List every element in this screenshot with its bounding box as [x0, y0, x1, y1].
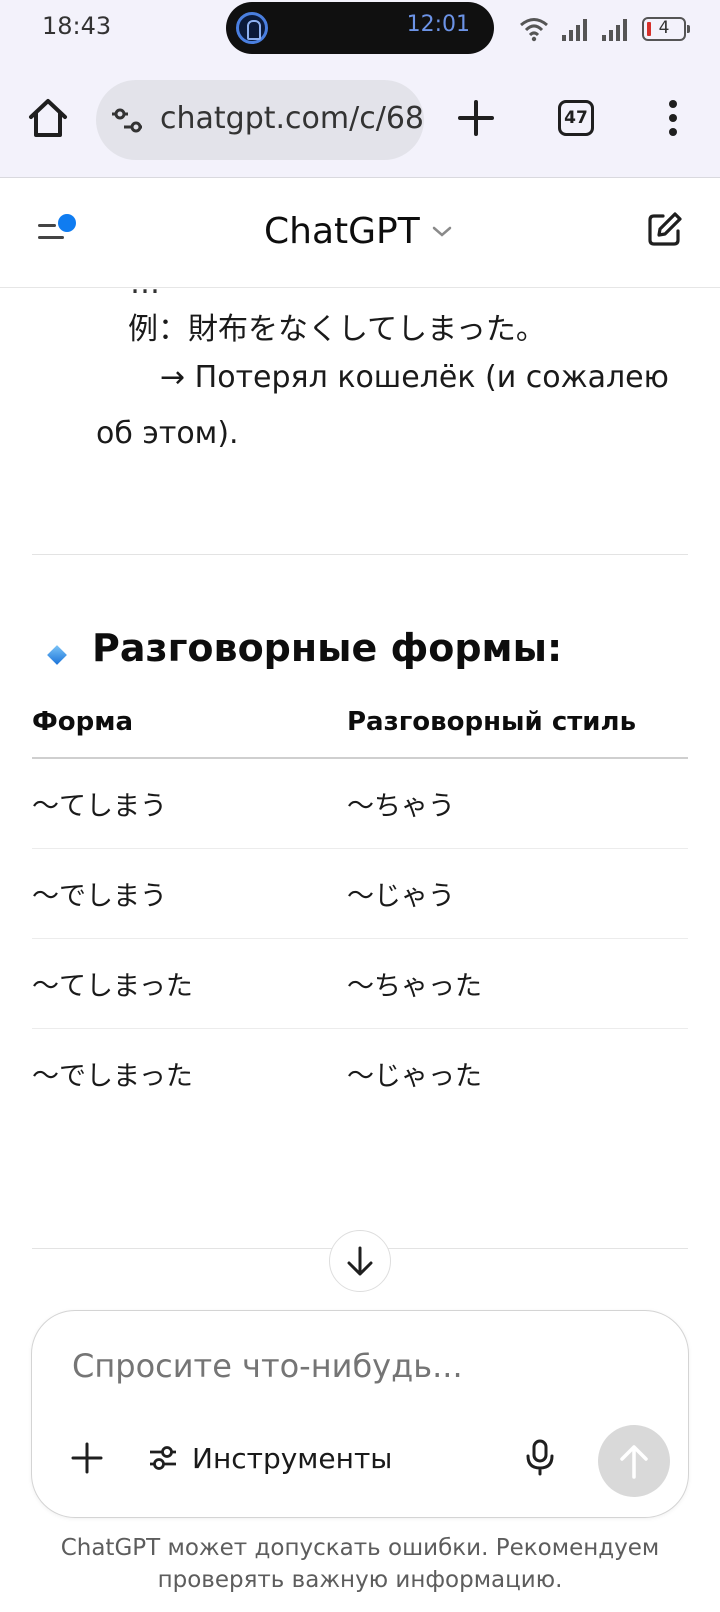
app-title[interactable]: ChatGPT	[264, 211, 420, 252]
arrow-down-icon	[347, 1246, 373, 1276]
arrow-up-icon	[620, 1445, 648, 1479]
message-composer: Инструменты	[31, 1310, 689, 1518]
pill-time: 12:01	[406, 12, 470, 37]
table-header-row: Форма Разговорный стиль	[32, 686, 688, 759]
table-cell: 〜てしまう	[32, 758, 347, 849]
scroll-to-bottom-button[interactable]	[329, 1230, 391, 1292]
sliders-icon	[150, 1446, 176, 1470]
tools-button[interactable]: Инструменты	[148, 1435, 392, 1481]
example-sentence: 例：財布をなくしてしまった。	[128, 312, 546, 347]
table-row: 〜でしまった 〜じゃった	[32, 1028, 688, 1118]
browser-toolbar: chatgpt.com/c/68 47	[0, 62, 720, 178]
cut-off-text: …	[130, 288, 160, 301]
section-title: Разговорные формы:	[92, 626, 563, 670]
microphone-icon[interactable]	[520, 1437, 560, 1477]
signal-icon-1	[562, 17, 590, 41]
browser-menu-icon[interactable]	[664, 96, 682, 140]
table-cell: 〜ちゃう	[347, 758, 688, 849]
model-selector[interactable]: ChatGPT	[264, 208, 454, 254]
table-cell: 〜てしまった	[32, 938, 347, 1029]
chevron-down-icon	[432, 226, 451, 237]
table-header: Форма	[32, 686, 347, 759]
table-cell: 〜でしまった	[32, 1060, 193, 1092]
signal-icon-2	[602, 17, 630, 41]
notification-dot	[58, 214, 76, 232]
translation-line-2: об этом).	[96, 416, 239, 451]
table-cell: 〜でしまう	[32, 848, 347, 939]
battery-level: 4	[658, 18, 670, 38]
status-icons: 4	[518, 14, 690, 44]
translation-line-1: → Потерял кошелёк (и сожалею	[160, 360, 669, 395]
table-cell: 〜じゃった	[347, 1060, 482, 1092]
new-chat-icon[interactable]	[644, 210, 684, 250]
status-time: 18:43	[42, 12, 112, 40]
message-input[interactable]	[72, 1347, 632, 1385]
app-header: ChatGPT	[0, 178, 720, 288]
tab-count: 47	[564, 108, 588, 128]
home-icon[interactable]	[26, 96, 70, 140]
table-cell: 〜じゃう	[347, 848, 688, 939]
new-tab-icon[interactable]	[456, 98, 496, 138]
table-cell: 〜ちゃった	[347, 938, 688, 1029]
table-row: 〜でしまう 〜じゃう	[32, 848, 688, 939]
table-row: 〜てしまった 〜ちゃった	[32, 938, 688, 1029]
divider	[32, 554, 688, 555]
chat-content: … 例：財布をなくしてしまった。 → Потерял кошелёк (и со…	[0, 288, 720, 1303]
site-settings-icon[interactable]	[110, 106, 144, 134]
forms-table: Форма Разговорный стиль 〜てしまう 〜ちゃう 〜でしまう…	[32, 686, 688, 1118]
wifi-icon	[520, 18, 548, 42]
url-text[interactable]: chatgpt.com/c/68	[160, 101, 424, 136]
status-bar: 18:43 12:01 4	[0, 0, 720, 62]
sidebar-menu-icon[interactable]	[36, 210, 80, 250]
plus-icon[interactable]	[70, 1441, 104, 1475]
table-row: 〜てしまう 〜ちゃう	[32, 758, 688, 849]
blue-diamond-icon	[47, 645, 67, 665]
battery-icon: 4	[642, 17, 690, 41]
tools-label[interactable]: Инструменты	[192, 1442, 392, 1475]
address-bar[interactable]: chatgpt.com/c/68	[96, 80, 424, 160]
disclaimer-text: ChatGPT может допускать ошибки. Рекоменд…	[60, 1535, 660, 1593]
lock-icon	[236, 12, 268, 44]
send-button[interactable]	[598, 1425, 670, 1497]
table-header: Разговорный стиль	[347, 686, 688, 759]
dynamic-island: 12:01	[226, 2, 494, 54]
tab-switcher-button[interactable]: 47	[558, 100, 594, 136]
